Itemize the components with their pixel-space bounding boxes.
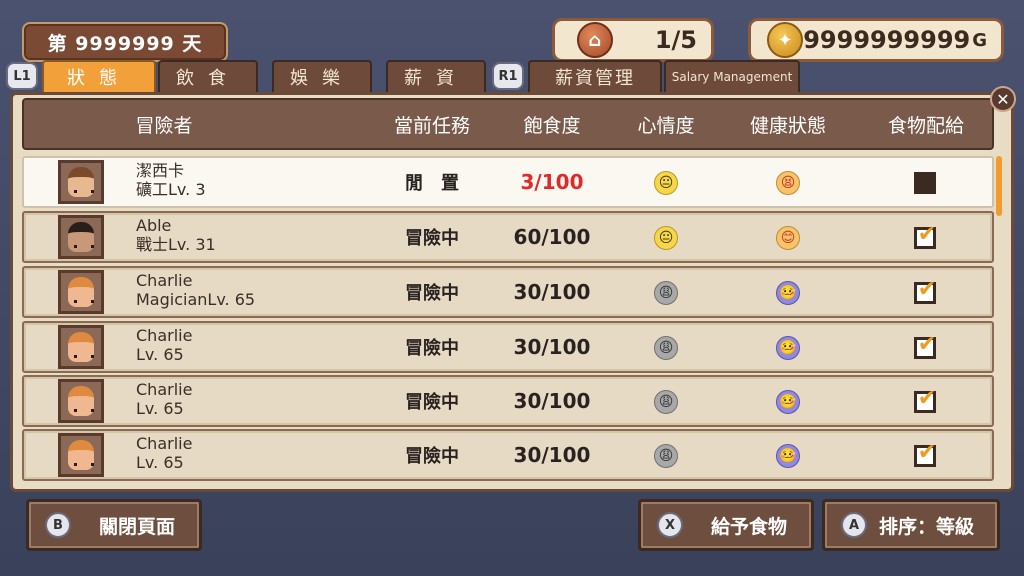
gold-coin-icon: ✦: [767, 22, 803, 58]
food-ration-checkbox[interactable]: ✔: [914, 388, 936, 413]
food-ration-checkbox[interactable]: ✔: [914, 334, 936, 359]
satiety-value: 3/100: [520, 170, 584, 194]
table-header: 冒險者 當前任務 飽食度 心情度 健康狀態 食物配給: [22, 98, 994, 150]
avatar: [58, 160, 104, 204]
header-health: 健康狀態: [749, 114, 826, 137]
table-row[interactable]: Charlie Lv. 65 冒險中 30/100 😩 🤒 ✔: [22, 429, 994, 481]
table-row[interactable]: Charlie MagicianLv. 65 冒險中 30/100 😩 🤒 ✔: [22, 266, 994, 318]
r1-button-hint: R1: [492, 62, 524, 90]
table-row[interactable]: Charlie Lv. 65 冒險中 30/100 😩 🤒 ✔: [22, 321, 994, 373]
current-task: 冒險中: [405, 228, 459, 249]
smiling-face-icon: 😊: [776, 226, 800, 250]
adventurer-name: 潔西卡: [136, 161, 185, 180]
gold-value: 9999999999: [803, 26, 971, 54]
adventurer-class: 戰士Lv. 31: [136, 235, 216, 254]
adventurer-name: Charlie: [136, 271, 193, 290]
close-page-button[interactable]: B 關閉頁面: [26, 499, 202, 551]
tab-entertainment[interactable]: 娛樂: [272, 60, 372, 92]
tab-salary-management-en[interactable]: Salary Management: [664, 60, 800, 92]
avatar: [58, 325, 104, 369]
rooms-counter: ⌂ 1/5: [552, 18, 714, 62]
tab-status[interactable]: 狀態: [42, 60, 156, 92]
b-button-icon: B: [45, 512, 71, 538]
adventurer-class: Lv. 65: [136, 399, 184, 418]
neutral-face-icon: 😐: [654, 226, 678, 250]
weary-face-icon: 😩: [654, 336, 678, 360]
l1-button-hint: L1: [6, 62, 38, 90]
avatar: [58, 379, 104, 423]
table-row[interactable]: Charlie Lv. 65 冒險中 30/100 😩 🤒 ✔: [22, 375, 994, 427]
header-food-ration: 食物配給: [887, 114, 964, 137]
avatar: [58, 270, 104, 314]
sort-button[interactable]: A 排序：等級: [822, 499, 1000, 551]
sort-label: 排序：等級: [879, 515, 975, 538]
close-page-label: 關閉頁面: [99, 515, 176, 538]
header-adventurer: 冒險者: [135, 114, 193, 137]
a-button-icon: A: [841, 512, 867, 538]
adventurer-name: Charlie: [136, 380, 193, 399]
satiety-value: 60/100: [513, 225, 591, 249]
adventurer-name: Charlie: [136, 434, 193, 453]
food-ration-checkbox[interactable]: [914, 172, 936, 194]
sick-face-icon: 🤒: [776, 336, 800, 360]
give-food-label: 給予食物: [711, 515, 788, 538]
satiety-value: 30/100: [513, 335, 591, 359]
satiety-value: 30/100: [513, 280, 591, 304]
tab-food[interactable]: 飲食: [158, 60, 258, 92]
current-task: 冒險中: [405, 338, 459, 359]
sick-face-icon: 🤒: [776, 444, 800, 468]
tab-salary[interactable]: 薪資: [386, 60, 486, 92]
sick-face-icon: 🤒: [776, 390, 800, 414]
tab-salary-management[interactable]: 薪資管理: [528, 60, 662, 92]
x-button-icon: X: [657, 512, 683, 538]
gold-counter: ✦ 9999999999 G: [748, 18, 1004, 62]
header-mood: 心情度: [637, 114, 695, 137]
satiety-value: 30/100: [513, 389, 591, 413]
weary-face-icon: 😩: [654, 444, 678, 468]
satiety-value: 30/100: [513, 443, 591, 467]
avatar: [58, 433, 104, 477]
house-icon: ⌂: [577, 22, 613, 58]
adventurer-class: Lv. 65: [136, 453, 184, 472]
avatar: [58, 215, 104, 259]
adventurer-class: MagicianLv. 65: [136, 290, 256, 309]
adventurer-name: Charlie: [136, 326, 193, 345]
sick-face-icon: 🤒: [776, 281, 800, 305]
header-satiety: 飽食度: [523, 114, 581, 137]
table-row[interactable]: Able 戰士Lv. 31 冒險中 60/100 😐 😊 ✔: [22, 211, 994, 263]
rooms-value: 1/5: [654, 26, 697, 54]
header-task: 當前任務: [393, 114, 470, 137]
tired-face-icon: 😫: [776, 171, 800, 195]
weary-face-icon: 😩: [654, 390, 678, 414]
give-food-button[interactable]: X 給予食物: [638, 499, 814, 551]
food-ration-checkbox[interactable]: ✔: [914, 442, 936, 467]
current-task: 冒險中: [405, 283, 459, 304]
adventurer-class: Lv. 65: [136, 345, 184, 364]
neutral-face-icon: 😐: [654, 171, 678, 195]
adventurer-name: Able: [136, 216, 172, 235]
current-task: 閒 置: [405, 173, 459, 194]
food-ration-checkbox[interactable]: ✔: [914, 224, 936, 249]
close-icon[interactable]: ✕: [990, 86, 1016, 112]
adventurer-class: 礦工Lv. 3: [136, 180, 206, 199]
current-task: 冒險中: [405, 446, 459, 467]
scrollbar[interactable]: [996, 156, 1002, 216]
weary-face-icon: 😩: [654, 281, 678, 305]
gold-suffix: G: [972, 29, 987, 51]
table-row[interactable]: 潔西卡 礦工Lv. 3 閒 置 3/100 😐 😫: [22, 156, 994, 208]
current-task: 冒險中: [405, 392, 459, 413]
food-ration-checkbox[interactable]: ✔: [914, 279, 936, 304]
day-counter: 第 9999999 天: [22, 22, 228, 62]
